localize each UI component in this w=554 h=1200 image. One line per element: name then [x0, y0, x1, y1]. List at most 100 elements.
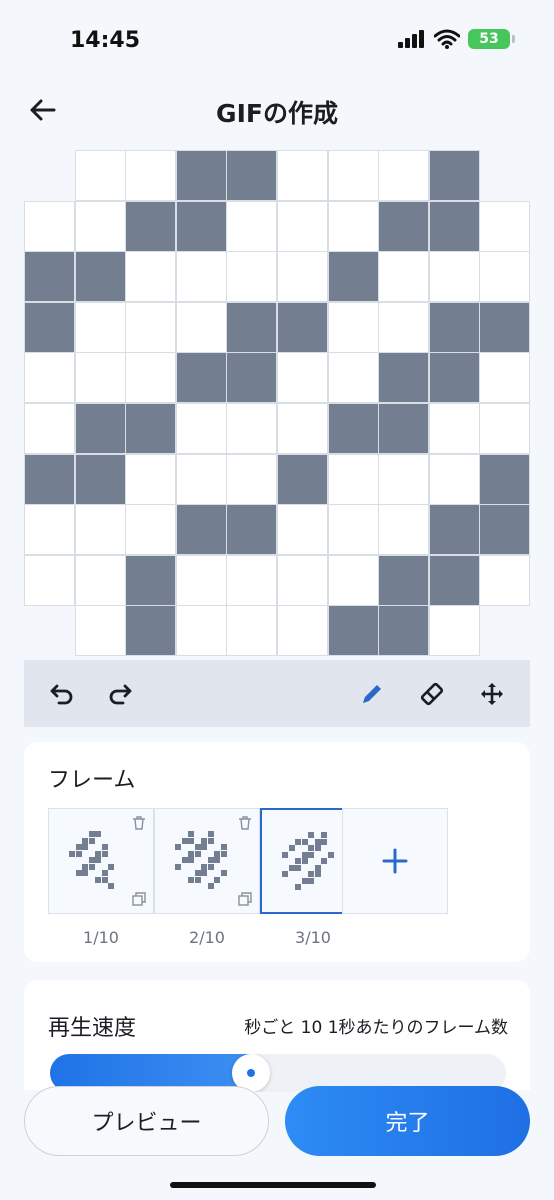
pixel-cell[interactable]: [277, 403, 328, 454]
pixel-cell[interactable]: [125, 554, 177, 606]
pixel-cell[interactable]: [428, 453, 480, 505]
pixel-cell[interactable]: [125, 453, 177, 505]
pixel-cell[interactable]: [74, 150, 126, 201]
pixel-cell[interactable]: [226, 352, 278, 404]
pixel-cell[interactable]: [226, 251, 278, 303]
pixel-cell[interactable]: [479, 352, 531, 404]
done-button[interactable]: 完了: [285, 1086, 530, 1156]
pixel-cell[interactable]: [125, 150, 177, 201]
pixel-cell[interactable]: [74, 200, 126, 252]
pixel-cell[interactable]: [479, 200, 531, 252]
pixel-cell[interactable]: [277, 554, 328, 606]
pixel-cell[interactable]: [175, 453, 227, 505]
pixel-cell[interactable]: [327, 150, 379, 201]
pixel-cell[interactable]: [378, 605, 430, 657]
pixel-cell[interactable]: [479, 301, 531, 353]
pixel-cell[interactable]: [378, 403, 430, 454]
pixel-cell[interactable]: [378, 251, 430, 303]
pixel-cell[interactable]: [327, 301, 379, 353]
pixel-cell[interactable]: [125, 403, 177, 454]
pixel-cell[interactable]: [226, 453, 278, 505]
duplicate-icon[interactable]: [131, 891, 147, 907]
pixel-cell[interactable]: [24, 554, 75, 606]
pixel-cell[interactable]: [327, 605, 379, 657]
pixel-cell[interactable]: [428, 504, 480, 556]
pixel-cell[interactable]: [226, 605, 278, 657]
trash-icon[interactable]: [131, 815, 147, 831]
pixel-cell[interactable]: [125, 301, 177, 353]
pixel-cell[interactable]: [479, 504, 531, 556]
pixel-cell[interactable]: [327, 403, 379, 454]
pixel-cell[interactable]: [226, 403, 278, 454]
pixel-cell[interactable]: [24, 200, 75, 252]
pixel-cell[interactable]: [226, 200, 278, 252]
pixel-cell[interactable]: [74, 251, 126, 303]
pixel-cell[interactable]: [277, 301, 328, 353]
pixel-cell[interactable]: [24, 251, 75, 303]
pixel-cell[interactable]: [277, 453, 328, 505]
frame-thumbnail[interactable]: [154, 808, 260, 914]
pixel-cell[interactable]: [175, 504, 227, 556]
pixel-cell[interactable]: [428, 200, 480, 252]
pixel-cell[interactable]: [226, 554, 278, 606]
pixel-cell[interactable]: [74, 504, 126, 556]
pixel-cell[interactable]: [74, 554, 126, 606]
pixel-cell[interactable]: [74, 301, 126, 353]
pixel-cell[interactable]: [125, 200, 177, 252]
duplicate-icon[interactable]: [237, 891, 253, 907]
pixel-cell[interactable]: [378, 504, 430, 556]
pixel-cell[interactable]: [277, 251, 328, 303]
pixel-cell[interactable]: [226, 301, 278, 353]
pixel-cell[interactable]: [226, 150, 278, 201]
add-frame-button[interactable]: [342, 808, 448, 914]
pixel-cell[interactable]: [428, 150, 480, 201]
pixel-cell[interactable]: [125, 504, 177, 556]
pixel-cell[interactable]: [428, 605, 480, 657]
pixel-cell[interactable]: [24, 504, 75, 556]
pixel-cell[interactable]: [327, 453, 379, 505]
pixel-cell[interactable]: [74, 605, 126, 657]
pixel-cell[interactable]: [175, 200, 227, 252]
eraser-tool[interactable]: [414, 676, 450, 712]
pixel-cell[interactable]: [175, 251, 227, 303]
pixel-cell[interactable]: [125, 251, 177, 303]
pixel-cell[interactable]: [125, 605, 177, 657]
pixel-canvas[interactable]: [24, 150, 531, 660]
pixel-cell[interactable]: [74, 403, 126, 454]
pixel-cell[interactable]: [428, 251, 480, 303]
pixel-cell[interactable]: [24, 453, 75, 505]
pixel-cell[interactable]: [24, 301, 75, 353]
pixel-cell[interactable]: [378, 453, 430, 505]
pixel-cell[interactable]: [175, 150, 227, 201]
pixel-cell[interactable]: [327, 554, 379, 606]
pixel-cell[interactable]: [378, 150, 430, 201]
pixel-cell[interactable]: [175, 605, 227, 657]
frame-thumbnail[interactable]: [48, 808, 154, 914]
pixel-cell[interactable]: [226, 504, 278, 556]
pixel-cell[interactable]: [428, 301, 480, 353]
trash-icon[interactable]: [237, 815, 253, 831]
pixel-cell[interactable]: [277, 504, 328, 556]
pixel-cell[interactable]: [277, 605, 328, 657]
pixel-cell[interactable]: [277, 200, 328, 252]
pixel-cell[interactable]: [175, 352, 227, 404]
pixel-cell[interactable]: [74, 453, 126, 505]
pixel-cell[interactable]: [125, 352, 177, 404]
pixel-cell[interactable]: [327, 504, 379, 556]
pixel-cell[interactable]: [175, 403, 227, 454]
pixel-cell[interactable]: [327, 352, 379, 404]
pixel-cell[interactable]: [428, 554, 480, 606]
pencil-tool[interactable]: [354, 676, 390, 712]
pixel-cell[interactable]: [378, 352, 430, 404]
pixel-cell[interactable]: [327, 200, 379, 252]
redo-button[interactable]: [102, 676, 138, 712]
pixel-cell[interactable]: [24, 352, 75, 404]
pixel-cell[interactable]: [277, 150, 328, 201]
pixel-cell[interactable]: [24, 403, 75, 454]
pixel-cell[interactable]: [479, 554, 531, 606]
pixel-cell[interactable]: [378, 554, 430, 606]
undo-button[interactable]: [44, 676, 80, 712]
pixel-cell[interactable]: [479, 251, 531, 303]
pixel-cell[interactable]: [428, 352, 480, 404]
pixel-cell[interactable]: [479, 453, 531, 505]
